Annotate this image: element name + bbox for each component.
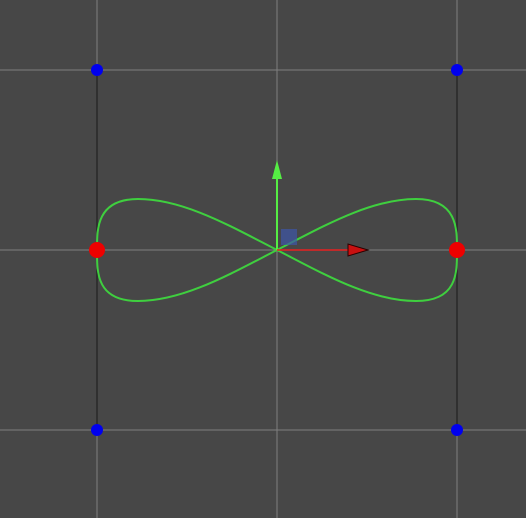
control-point-top-left[interactable] <box>91 64 103 76</box>
x-axis-arrow-icon[interactable] <box>347 243 370 257</box>
origin-handle-icon[interactable] <box>281 229 297 245</box>
y-axis-arrow-icon[interactable] <box>272 160 282 179</box>
control-point-bottom-right[interactable] <box>451 424 463 436</box>
control-point-top-right[interactable] <box>451 64 463 76</box>
grid <box>0 0 526 518</box>
canvas-viewport[interactable] <box>0 0 526 518</box>
anchor-point-right[interactable] <box>449 242 465 258</box>
anchor-point-left[interactable] <box>89 242 105 258</box>
viewport-canvas[interactable] <box>0 0 526 518</box>
control-point-bottom-left[interactable] <box>91 424 103 436</box>
